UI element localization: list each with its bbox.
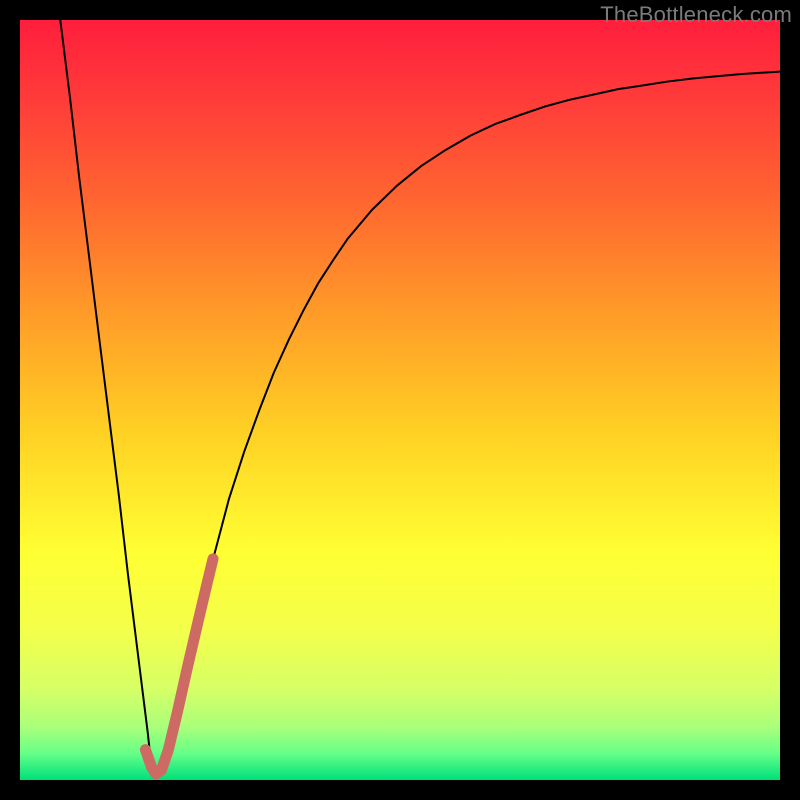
- plot-area: [20, 20, 780, 780]
- gradient-chart: [20, 20, 780, 780]
- watermark-text: TheBottleneck.com: [600, 2, 792, 28]
- chart-frame: TheBottleneck.com: [0, 0, 800, 800]
- gradient-background: [20, 20, 780, 780]
